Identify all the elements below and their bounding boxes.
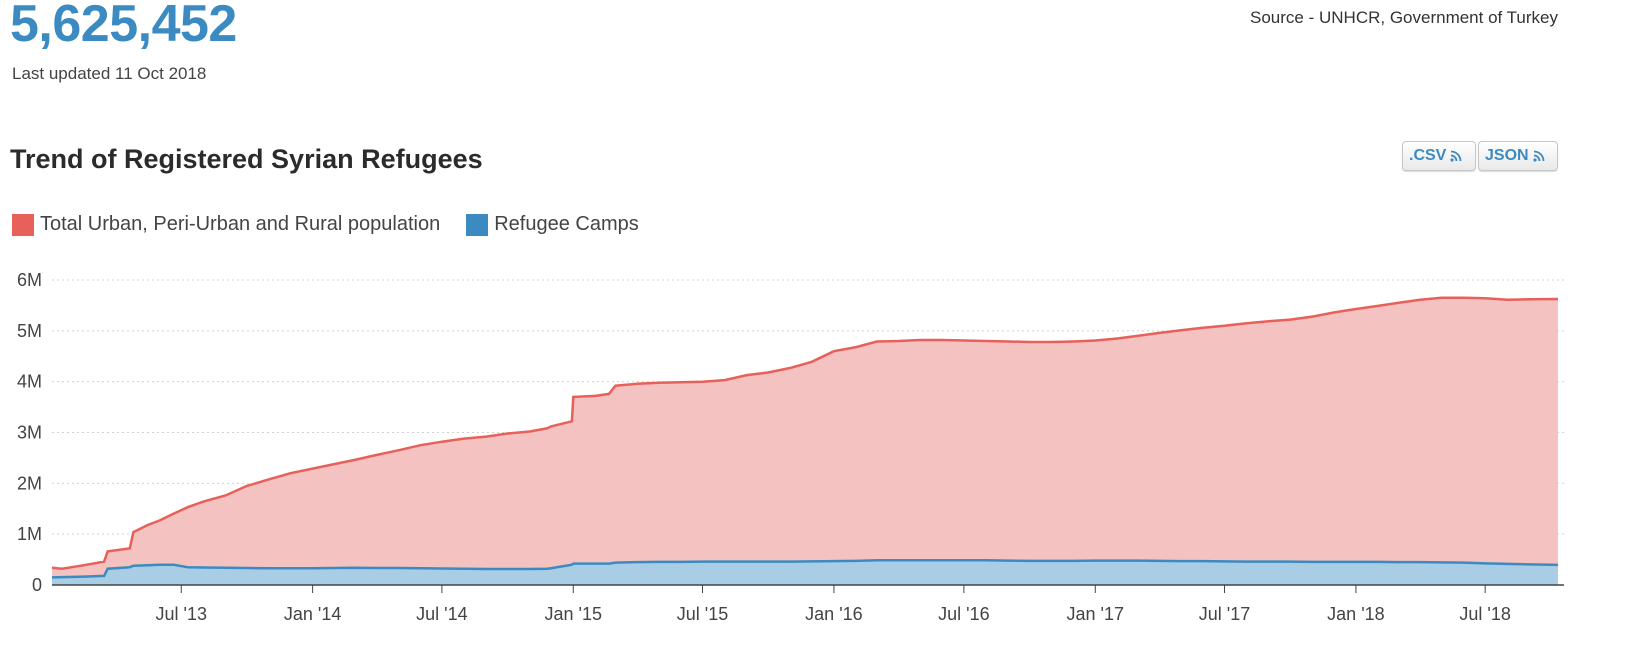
legend-swatch-urban [12, 213, 34, 236]
x-tick-label: Jul '17 [1199, 604, 1250, 624]
last-updated-text: Last updated 11 Oct 2018 [12, 64, 207, 83]
legend-item-camps[interactable]: Refugee Camps [466, 213, 639, 236]
csv-label: .CSV [1409, 147, 1447, 164]
x-tick-label: Jul '13 [156, 604, 207, 624]
legend-item-urban[interactable]: Total Urban, Peri-Urban and Rural popula… [12, 213, 440, 236]
legend-label-urban: Total Urban, Peri-Urban and Rural popula… [40, 213, 441, 235]
total-refugees-count: 5,625,452 [10, 0, 237, 53]
rss-icon [1532, 150, 1544, 162]
series-area-urban [52, 297, 1558, 578]
x-tick-label: Jul '15 [677, 604, 728, 624]
json-label: JSON [1485, 147, 1529, 164]
chart-title: Trend of Registered Syrian Refugees [10, 144, 483, 174]
x-tick-label: Jan '15 [545, 604, 602, 624]
x-tick-label: Jan '16 [805, 604, 862, 624]
y-tick-label: 0 [32, 575, 42, 595]
x-tick-label: Jan '18 [1327, 604, 1384, 624]
y-tick-label: 5M [17, 321, 42, 341]
y-tick-label: 2M [17, 473, 42, 493]
download-json-button[interactable]: JSON [1478, 141, 1558, 171]
x-tick-label: Jul '14 [416, 604, 467, 624]
y-tick-label: 3M [17, 423, 42, 443]
rss-icon [1450, 150, 1462, 162]
source-text: Source - UNHCR, Government of Turkey [1250, 8, 1558, 27]
x-tick-label: Jul '18 [1459, 604, 1510, 624]
y-tick-label: 1M [17, 524, 42, 544]
refugee-trend-chart: 0 1M 2M 3M 4M 5M 6M Jul '13 Jan '14 Jul '14 Jan '1… [17, 270, 1564, 624]
x-tick-label: Jan '14 [284, 604, 341, 624]
legend-label-camps: Refugee Camps [494, 213, 639, 235]
x-tick-label: Jul '16 [938, 604, 989, 624]
y-tick-label: 4M [17, 372, 42, 392]
chart-legend: Total Urban, Peri-Urban and Rural popula… [12, 213, 665, 236]
download-csv-button[interactable]: .CSV [1402, 141, 1476, 171]
x-tick-label: Jan '17 [1067, 604, 1124, 624]
legend-swatch-camps [466, 213, 489, 236]
y-tick-label: 6M [17, 270, 42, 290]
